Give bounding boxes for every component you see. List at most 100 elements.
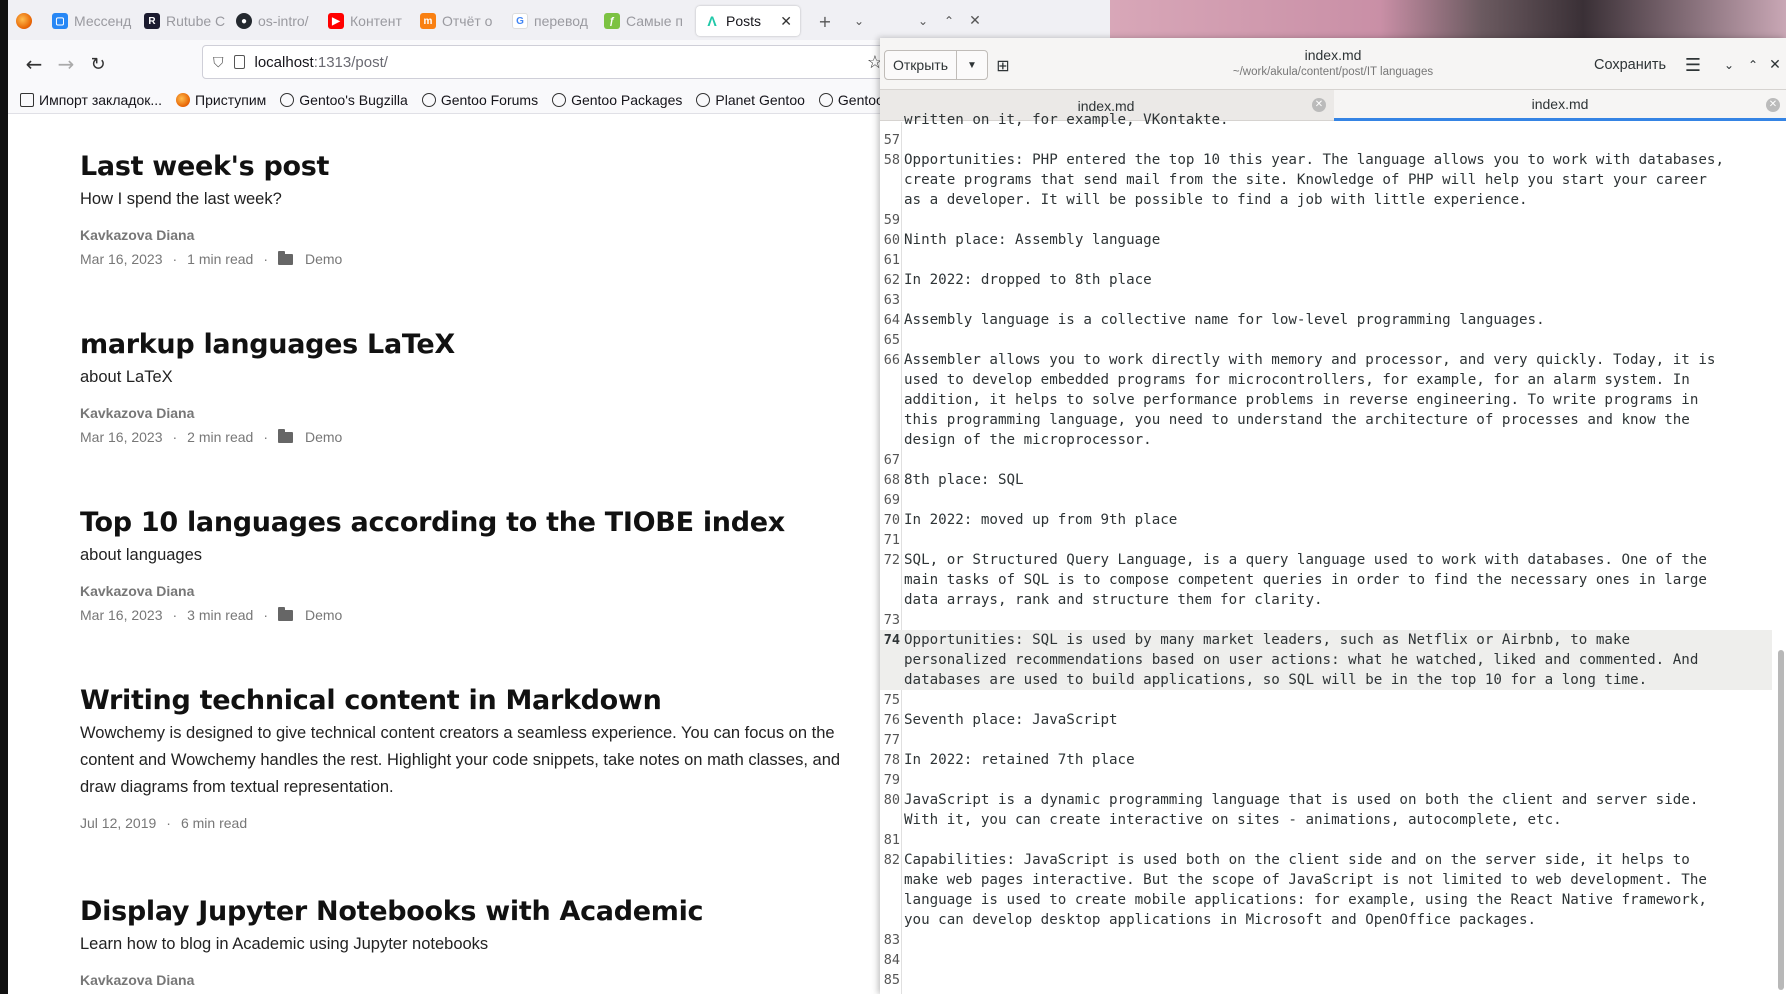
tab-site[interactable]: ƒ Самые п — [604, 6, 686, 36]
line-text[interactable] — [902, 250, 1772, 270]
line-text[interactable] — [902, 330, 1772, 350]
line-text[interactable] — [902, 210, 1772, 230]
post-author[interactable]: Kavkazova Diana — [80, 227, 880, 243]
tab-rutube[interactable]: R Rutube С — [144, 6, 226, 36]
bookmark-import[interactable]: Импорт закладок... — [20, 92, 162, 108]
minimize-icon[interactable]: ⌄ — [910, 8, 936, 34]
new-tab-document-icon[interactable]: ⊞ — [990, 52, 1016, 78]
editor-line[interactable]: 63 — [880, 290, 1772, 310]
line-text[interactable] — [902, 610, 1772, 630]
tab-posts[interactable]: Λ Posts ✕ — [696, 6, 800, 36]
bookmark-gentoo[interactable]: Gentoo — [818, 92, 884, 108]
editor-line[interactable]: 68 8th place: SQL — [880, 470, 1772, 490]
chevron-down-icon[interactable]: ▼ — [957, 51, 987, 79]
editor-line[interactable]: 71 — [880, 530, 1772, 550]
editor-line[interactable]: 81 — [880, 830, 1772, 850]
editor-line[interactable]: 73 — [880, 610, 1772, 630]
line-text[interactable] — [902, 970, 1772, 990]
line-text[interactable]: Opportunities: PHP entered the top 10 th… — [902, 150, 1772, 210]
bookmark-planet-gentoo[interactable]: Planet Gentoo — [696, 92, 805, 108]
post-title[interactable]: Last week's post — [80, 151, 880, 182]
post-title[interactable]: markup languages LaTeX — [80, 329, 880, 360]
line-text[interactable] — [902, 130, 1772, 150]
line-text[interactable]: JavaScript is a dynamic programming lang… — [902, 790, 1772, 830]
editor-line[interactable]: 84 — [880, 950, 1772, 970]
line-text[interactable]: Ninth place: Assembly language — [902, 230, 1772, 250]
bookmark-gentoo-packages[interactable]: Gentoo Packages — [552, 92, 682, 108]
line-text[interactable] — [902, 930, 1772, 950]
editor-line[interactable]: 75 — [880, 690, 1772, 710]
line-text[interactable] — [902, 770, 1772, 790]
editor-line[interactable]: 65 — [880, 330, 1772, 350]
post-author[interactable]: Kavkazova Diana — [80, 972, 880, 988]
line-text[interactable] — [902, 690, 1772, 710]
editor-line[interactable]: 66 Assembler allows you to work directly … — [880, 350, 1772, 450]
editor-line[interactable]: 80 JavaScript is a dynamic programming la… — [880, 790, 1772, 830]
editor-line[interactable]: 70 In 2022: moved up from 9th place — [880, 510, 1772, 530]
line-text[interactable] — [902, 730, 1772, 750]
line-text[interactable] — [902, 830, 1772, 850]
tab-google[interactable]: G перевод — [512, 6, 594, 36]
post-title[interactable]: Top 10 languages according to the TIOBE … — [80, 507, 880, 538]
bookmark-gentoo-bugzilla[interactable]: Gentoo's Bugzilla — [280, 92, 408, 108]
line-text[interactable] — [902, 450, 1772, 470]
line-text[interactable]: Seventh place: JavaScript — [902, 710, 1772, 730]
line-text[interactable]: written on it, for example, VKontakte. — [902, 110, 1772, 130]
open-button-label[interactable]: Открыть — [885, 51, 957, 79]
reload-button[interactable]: ↻ — [84, 50, 112, 78]
post-category[interactable]: Demo — [305, 607, 342, 623]
post-category[interactable]: Demo — [305, 251, 342, 267]
url-bar[interactable]: ⛉ localhost:1313/post/ ☆ — [202, 45, 892, 79]
editor-line[interactable]: 62 In 2022: dropped to 8th place — [880, 270, 1772, 290]
line-text[interactable]: Capabilities: JavaScript is used both on… — [902, 850, 1772, 930]
firefox-menu-tab[interactable] — [16, 6, 44, 36]
hamburger-menu-icon[interactable]: ☰ — [1680, 52, 1706, 78]
editor-line[interactable]: 85 — [880, 970, 1772, 990]
line-text[interactable]: Assembly language is a collective name f… — [902, 310, 1772, 330]
tab-messenger[interactable]: ▢ Мессенд — [52, 6, 134, 36]
back-button[interactable]: ← — [20, 50, 48, 78]
maximize-icon[interactable]: ⌃ — [936, 8, 962, 34]
editor-line[interactable]: 74 Opportunities: SQL is used by many mar… — [880, 630, 1772, 690]
scrollbar[interactable] — [1778, 650, 1784, 990]
minimize-icon[interactable]: ⌄ — [1716, 52, 1742, 78]
close-window-icon[interactable]: ✕ — [962, 8, 988, 34]
line-text[interactable]: In 2022: moved up from 9th place — [902, 510, 1772, 530]
line-text[interactable]: In 2022: dropped to 8th place — [902, 270, 1772, 290]
editor-line[interactable]: 79 — [880, 770, 1772, 790]
editor-line[interactable]: 78 In 2022: retained 7th place — [880, 750, 1772, 770]
editor-line[interactable]: 58 Opportunities: PHP entered the top 10 … — [880, 150, 1772, 210]
close-window-icon[interactable]: ✕ — [1762, 52, 1786, 78]
save-button[interactable]: Сохранить — [1580, 51, 1680, 79]
open-button[interactable]: Открыть ▼ — [884, 50, 988, 80]
post-title[interactable]: Display Jupyter Notebooks with Academic — [80, 896, 880, 927]
post-title[interactable]: Writing technical content in Markdown — [80, 685, 880, 716]
forward-button[interactable]: → — [52, 50, 80, 78]
bookmark-gentoo-forums[interactable]: Gentoo Forums — [421, 92, 538, 108]
editor-line[interactable]: 77 — [880, 730, 1772, 750]
close-tab-icon[interactable]: ✕ — [780, 13, 792, 30]
post-author[interactable]: Kavkazova Diana — [80, 405, 880, 421]
text-area[interactable]: written on it, for example, VKontakte. 57… — [880, 112, 1786, 994]
line-text[interactable] — [902, 950, 1772, 970]
editor-line[interactable]: 60 Ninth place: Assembly language — [880, 230, 1772, 250]
code-view[interactable]: written on it, for example, VKontakte. 57… — [880, 110, 1772, 990]
line-text[interactable]: SQL, or Structured Query Language, is a … — [902, 550, 1772, 610]
editor-line[interactable]: written on it, for example, VKontakte. — [880, 110, 1772, 130]
bookmark-get-started[interactable]: Приступим — [176, 92, 266, 108]
post-author[interactable]: Kavkazova Diana — [80, 583, 880, 599]
tab-github[interactable]: ● os-intro/ — [236, 6, 318, 36]
line-text[interactable]: Assembler allows you to work directly wi… — [902, 350, 1772, 450]
editor-line[interactable]: 83 — [880, 930, 1772, 950]
line-text[interactable] — [902, 290, 1772, 310]
editor-line[interactable]: 59 — [880, 210, 1772, 230]
line-text[interactable]: 8th place: SQL — [902, 470, 1772, 490]
editor-line[interactable]: 57 — [880, 130, 1772, 150]
editor-line[interactable]: 72 SQL, or Structured Query Language, is … — [880, 550, 1772, 610]
tab-youtube[interactable]: ▶ Контент — [328, 6, 410, 36]
line-text[interactable] — [902, 530, 1772, 550]
editor-line[interactable]: 67 — [880, 450, 1772, 470]
editor-line[interactable]: 64 Assembly language is a collective name… — [880, 310, 1772, 330]
post-category[interactable]: Demo — [305, 429, 342, 445]
editor-line[interactable]: 76 Seventh place: JavaScript — [880, 710, 1772, 730]
